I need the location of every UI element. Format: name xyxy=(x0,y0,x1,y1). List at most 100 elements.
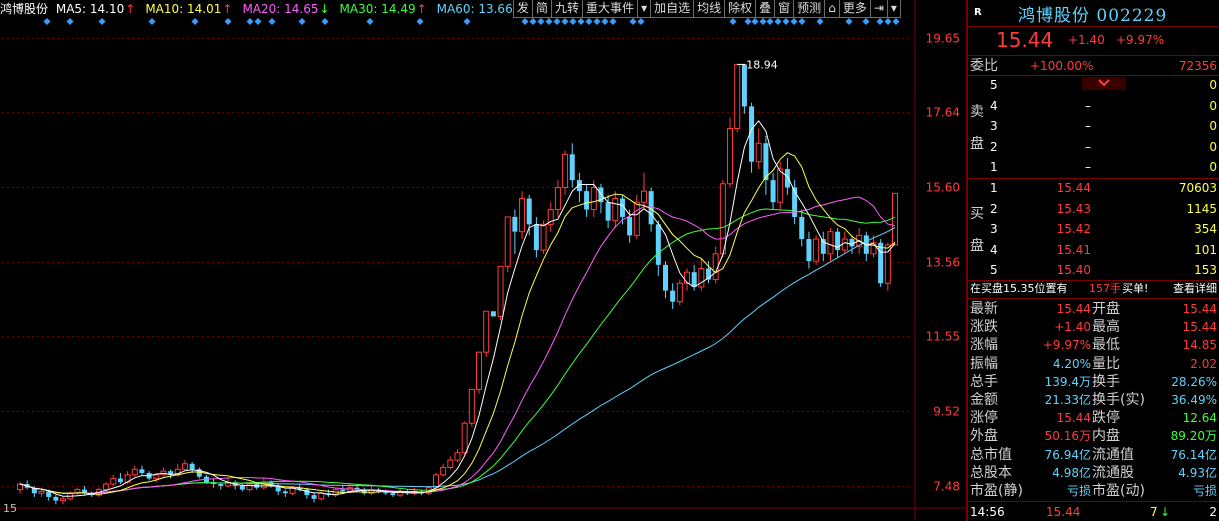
toolbar-button[interactable]: 简 xyxy=(532,0,553,18)
event-diamond-icon[interactable] xyxy=(892,18,900,25)
event-diamond-icon[interactable] xyxy=(553,18,561,25)
toolbar-button[interactable]: ⌂ xyxy=(824,0,840,18)
tick-time: 14:56 xyxy=(970,505,1005,519)
price-change-pct: +9.97% xyxy=(1116,33,1165,47)
candle xyxy=(483,310,490,353)
event-diamond-icon[interactable] xyxy=(148,18,156,25)
toolbar-button[interactable]: ⇥ xyxy=(869,0,888,18)
toolbar-button[interactable]: ▾ xyxy=(886,0,901,18)
event-diamond-icon[interactable] xyxy=(416,18,424,25)
stat-row: 市盈(静) 亏损 市盈(动) 亏损 xyxy=(968,482,1219,500)
event-diamond-icon[interactable] xyxy=(782,18,790,25)
tick-row: 14:56 15.44 7 ↓ 2 xyxy=(968,503,1219,521)
candle xyxy=(884,244,891,284)
event-diamond-icon[interactable] xyxy=(774,18,782,25)
order-notice[interactable]: 在买盘15.35位置有 157手 买单! 查看详细 xyxy=(968,280,1219,298)
event-diamond-icon[interactable] xyxy=(98,18,106,25)
toolbar-button[interactable]: 均线 xyxy=(693,0,726,18)
event-diamond-icon[interactable] xyxy=(43,18,51,25)
collapse-toggle[interactable] xyxy=(1082,77,1126,90)
event-diamond-icon[interactable] xyxy=(884,18,892,25)
toolbar-button[interactable]: 九转 xyxy=(551,0,584,18)
event-diamond-icon[interactable] xyxy=(529,18,537,25)
toolbar-button[interactable]: 窗 xyxy=(774,0,795,18)
event-diamond-icon[interactable] xyxy=(66,18,74,25)
event-diamond-icon[interactable] xyxy=(729,18,737,25)
event-diamond-icon[interactable] xyxy=(751,18,759,25)
stat-row: 涨跌 +1.40 最高 15.44 xyxy=(968,318,1219,336)
arrow-up-icon: ↑ xyxy=(125,2,136,16)
event-diamond-icon[interactable] xyxy=(268,18,276,25)
toolbar-button[interactable]: 叠 xyxy=(755,0,776,18)
event-diamond-icon[interactable] xyxy=(798,18,806,25)
event-diamond-icon[interactable] xyxy=(862,18,870,25)
event-diamond-icon[interactable] xyxy=(569,18,577,25)
toolbar-button[interactable]: 更多 xyxy=(838,0,871,18)
event-diamond-icon[interactable] xyxy=(744,18,752,25)
candle xyxy=(461,422,468,454)
buy-volume: 101 xyxy=(1194,242,1217,257)
stat-label: 总股本 xyxy=(970,464,1012,481)
event-diamond-icon[interactable] xyxy=(521,18,529,25)
event-diamond-icon[interactable] xyxy=(321,18,329,25)
view-detail-link[interactable]: 查看详细 xyxy=(1173,280,1217,298)
event-diamond-icon[interactable] xyxy=(561,18,569,25)
stat-label: 市盈(动) xyxy=(1092,483,1145,499)
stock-label: 鸿博股份 xyxy=(0,2,49,16)
event-diamond-icon[interactable] xyxy=(298,18,306,25)
r-marker: R xyxy=(974,7,982,18)
event-diamond-icon[interactable] xyxy=(637,18,645,25)
event-diamond-icon[interactable] xyxy=(816,18,824,25)
stock-name-code[interactable]: 鸿博股份 002229 xyxy=(1018,1,1167,26)
event-diamond-icon[interactable] xyxy=(463,18,471,25)
buy-price: 15.42 xyxy=(1056,222,1091,236)
candle xyxy=(131,468,138,476)
toolbar-button[interactable]: 加自选 xyxy=(650,0,695,18)
event-diamond-icon[interactable] xyxy=(759,18,767,25)
event-diamond-icon[interactable] xyxy=(876,18,884,25)
sell-row: 1 – 0 xyxy=(968,158,1219,176)
stat-row: 涨幅 +9.97% 最低 14.85 xyxy=(968,336,1219,354)
buy-volume: 153 xyxy=(1194,263,1217,277)
event-diamond-icon[interactable] xyxy=(224,18,232,25)
event-diamond-icon[interactable] xyxy=(766,18,774,25)
event-diamond-icon[interactable] xyxy=(545,18,553,25)
stat-label: 流通值 xyxy=(1092,446,1134,463)
kline-svg[interactable]: 19.65 17.64 15.60 13.56 11.55 9.52 7.48 18.94 15 xyxy=(0,0,966,521)
event-diamond-icon[interactable] xyxy=(537,18,545,25)
event-diamond-icon[interactable] xyxy=(609,18,617,25)
event-diamond-icon[interactable] xyxy=(790,18,798,25)
event-diamond-icon[interactable] xyxy=(629,18,637,25)
toolbar-button[interactable]: 重大事件 xyxy=(582,0,639,18)
event-diamond-icon[interactable] xyxy=(366,18,374,25)
kline-chart[interactable]: 19.65 17.64 15.60 13.56 11.55 9.52 7.48 18.94 15… xyxy=(0,0,966,521)
sell-level: 5 xyxy=(990,78,998,92)
candle xyxy=(139,469,145,473)
stat-value: 2.02 xyxy=(1190,356,1217,371)
event-diamond-icon[interactable] xyxy=(577,18,585,25)
event-diamond-icon[interactable] xyxy=(845,18,853,25)
candle xyxy=(103,483,110,491)
stat-label: 最高 xyxy=(1092,319,1120,336)
buy-price: 15.43 xyxy=(1056,201,1091,216)
event-diamond-icon[interactable] xyxy=(254,18,262,25)
buy-level: 1 xyxy=(990,181,998,195)
stat-value: 139.4万 xyxy=(1044,374,1091,389)
toolbar-button[interactable]: ▾ xyxy=(637,0,652,18)
event-diamond-icon[interactable] xyxy=(593,18,601,25)
candle xyxy=(60,498,67,502)
event-diamond-icon[interactable] xyxy=(191,18,199,25)
stat-label: 量比 xyxy=(1092,355,1120,372)
notice-suffix: 买单! xyxy=(1122,282,1149,295)
candle xyxy=(447,459,454,468)
toolbar-button[interactable]: 预测 xyxy=(793,0,826,18)
stat-value: 4.93亿 xyxy=(1178,465,1217,480)
event-diamond-icon[interactable] xyxy=(246,18,254,25)
event-diamond-icon[interactable] xyxy=(585,18,593,25)
toolbar-button[interactable]: 发 xyxy=(513,0,534,18)
toolbar-button[interactable]: 除权 xyxy=(724,0,757,18)
candle xyxy=(239,485,245,490)
event-diamond-icon[interactable] xyxy=(601,18,609,25)
stat-value: 15.44 xyxy=(1056,302,1091,316)
stat-row: 总股本 4.98亿 流通股 4.93亿 xyxy=(968,464,1219,482)
